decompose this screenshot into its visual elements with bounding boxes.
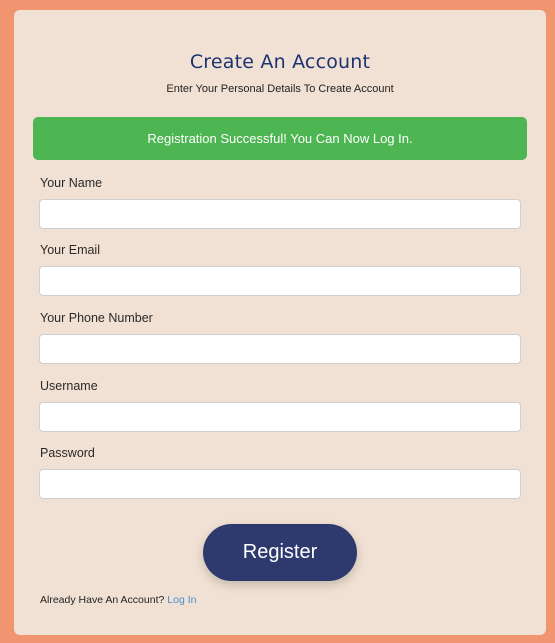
phone-input[interactable] [39, 334, 521, 364]
email-label: Your Email [40, 243, 100, 257]
registration-card: Create An Account Enter Your Personal De… [14, 10, 546, 635]
username-label: Username [40, 379, 98, 393]
form-subtitle: Enter Your Personal Details To Create Ac… [166, 83, 394, 95]
login-link[interactable]: Log In [167, 594, 196, 606]
success-alert: Registration Successful! You Can Now Log… [33, 117, 527, 160]
form-title: Create An Account [189, 51, 371, 73]
register-button[interactable]: Register [203, 524, 357, 581]
login-prompt: Already Have An Account? Log In [40, 594, 196, 606]
username-input[interactable] [39, 402, 521, 432]
login-prompt-text: Already Have An Account? [40, 594, 165, 606]
phone-label: Your Phone Number [40, 311, 153, 325]
password-label: Password [40, 446, 95, 460]
password-input[interactable] [39, 469, 521, 499]
email-input[interactable] [39, 266, 521, 296]
name-label: Your Name [40, 176, 103, 190]
name-input[interactable] [39, 199, 521, 229]
